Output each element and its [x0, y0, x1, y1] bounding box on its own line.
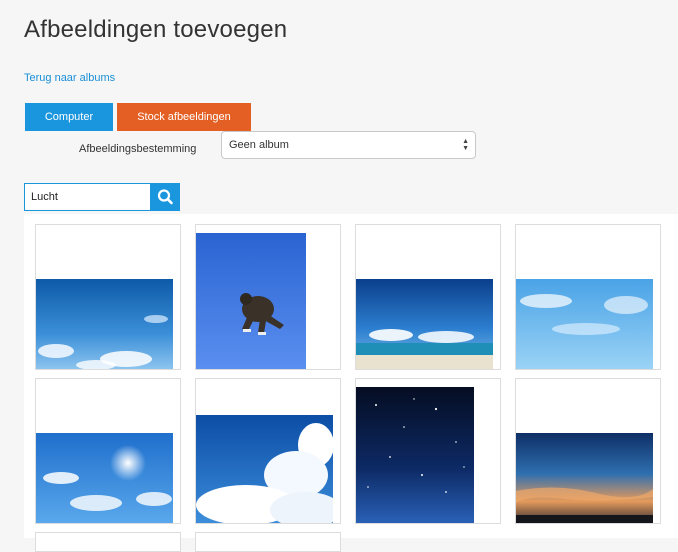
destination-label: Afbeeldingsbestemming: [79, 143, 197, 155]
stock-images-tab-button[interactable]: Stock afbeeldingen: [117, 103, 251, 131]
sky-beach-image[interactable]: [356, 279, 493, 370]
page-title: Afbeeldingen toevoegen: [24, 16, 288, 43]
starry-night-image[interactable]: [356, 387, 474, 524]
image-card[interactable]: [195, 378, 341, 524]
sky-sun-image[interactable]: [36, 433, 173, 524]
search-input[interactable]: Lucht: [24, 183, 151, 211]
image-card[interactable]: [195, 224, 341, 370]
select-arrows-icon: ▲ ▼: [462, 138, 469, 152]
gorilla-jumping-image[interactable]: [196, 233, 306, 370]
light-blue-sky-image[interactable]: [516, 279, 653, 370]
destination-select[interactable]: Geen album ▲ ▼: [221, 131, 476, 159]
image-card[interactable]: [35, 224, 181, 370]
computer-tab-button[interactable]: Computer: [25, 103, 113, 131]
sunset-sky-image[interactable]: [516, 433, 653, 524]
back-to-albums-link[interactable]: Terug naar albums: [24, 72, 115, 84]
image-card[interactable]: [515, 224, 661, 370]
sky-clouds-image[interactable]: [36, 279, 173, 370]
image-card[interactable]: [35, 532, 181, 552]
image-card[interactable]: [355, 224, 501, 370]
image-card[interactable]: [195, 532, 341, 552]
cumulus-clouds-image[interactable]: [196, 415, 333, 524]
destination-select-value: Geen album: [229, 139, 289, 151]
search-icon: [157, 189, 173, 205]
image-card[interactable]: [515, 378, 661, 524]
search-button[interactable]: [151, 183, 180, 211]
image-card[interactable]: [35, 378, 181, 524]
image-card[interactable]: [355, 378, 501, 524]
